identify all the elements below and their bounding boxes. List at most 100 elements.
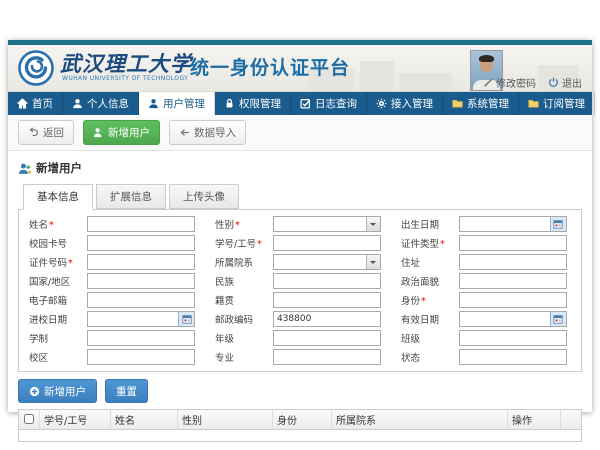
postal-code-input[interactable]: 438800 [273, 311, 381, 327]
platform-title: 统一身份认证平台 [190, 53, 350, 80]
col-header-student-worker-id: 学号/工号 [40, 410, 111, 430]
nav-item-permission-management[interactable]: 权限管理 [215, 92, 291, 115]
gear-icon [376, 98, 387, 109]
logout-link[interactable]: 退出 [548, 75, 582, 90]
home-icon [17, 98, 28, 109]
political-status-input[interactable] [459, 273, 567, 289]
nav-item-system-management[interactable]: 系统管理 [443, 92, 519, 115]
plus-circle-icon [29, 386, 40, 397]
enrollment-date-input[interactable] [87, 311, 195, 327]
department-dropdown-button[interactable] [366, 255, 380, 269]
university-name-cn: 武汉理工大学 [60, 48, 192, 78]
nav-item-access-management[interactable]: 接入管理 [367, 92, 443, 115]
form-row: 校区 专业 状态 [21, 349, 579, 365]
address-input[interactable] [459, 254, 567, 270]
certificate-type-input[interactable] [459, 235, 567, 251]
avatar-head [480, 57, 493, 72]
ethnicity-input[interactable] [273, 273, 381, 289]
enrollment-date-calendar-button[interactable] [178, 312, 194, 326]
grade-input[interactable] [273, 330, 381, 346]
form-rows: 姓名* 性别* 出生日期 校园卡号 学号/工号* [21, 216, 579, 365]
student-worker-id-field: 学号/工号* [207, 235, 393, 251]
nav-item-user-management[interactable]: 用户管理 [139, 92, 215, 115]
identity-input[interactable] [459, 292, 567, 308]
reset-button-label: 重置 [116, 384, 137, 399]
campus-card-number-input[interactable] [87, 235, 195, 251]
email-input[interactable] [87, 292, 195, 308]
submit-add-user-button[interactable]: 新增用户 [18, 379, 97, 403]
university-name-en: WUHAN UNIVERSITY OF TECHNOLOGY [62, 75, 188, 82]
header: 武汉理工大学 WUHAN UNIVERSITY OF TECHNOLOGY 统一… [8, 45, 592, 92]
major-input[interactable] [273, 349, 381, 365]
name-input[interactable] [87, 216, 195, 232]
class-input[interactable] [459, 330, 567, 346]
add-user-toolbar-button[interactable]: 新增用户 [83, 120, 160, 145]
tab-extended-info[interactable]: 扩展信息 [96, 184, 166, 209]
native-place-field: 籍贯 [207, 292, 393, 308]
university-logo-icon [18, 50, 54, 86]
nav-item-log-query[interactable]: 日志查询 [291, 92, 367, 115]
reset-button[interactable]: 重置 [105, 379, 148, 403]
valid-date-input[interactable] [459, 311, 567, 327]
gender-input[interactable] [273, 216, 381, 232]
building-silhouette [360, 61, 394, 91]
tab-upload-avatar[interactable]: 上传头像 [169, 184, 239, 209]
birth-date-calendar-button[interactable] [550, 217, 566, 231]
tab-basic-info[interactable]: 基本信息 [23, 184, 93, 210]
class-field: 班级 [393, 330, 579, 346]
user-icon [148, 98, 159, 109]
col-header-operation: 操作 [508, 410, 561, 430]
form-row: 国家/地区 民族 政治面貌 [21, 273, 579, 289]
department-input[interactable] [273, 254, 381, 270]
change-password-label: 修改密码 [496, 75, 536, 90]
basic-info-panel: 姓名* 性别* 出生日期 校园卡号 学号/工号* [18, 209, 582, 372]
education-length-field: 学制 [21, 330, 207, 346]
student-worker-id-input[interactable] [273, 235, 381, 251]
form-row: 学制 年级 班级 [21, 330, 579, 346]
data-import-label: 数据导入 [194, 125, 236, 140]
certificate-type-field: 证件类型* [393, 235, 579, 251]
valid-date-calendar-button[interactable] [550, 312, 566, 326]
campus-card-number-field: 校园卡号 [21, 235, 207, 251]
nav-item-personal-info[interactable]: 个人信息 [63, 92, 139, 115]
import-arrow-icon [179, 127, 190, 138]
toolbar: 返回 新增用户 数据导入 [8, 115, 592, 151]
header-links: 修改密码 退出 [482, 75, 582, 90]
submit-add-user-label: 新增用户 [44, 384, 86, 399]
form-row: 进校日期 邮政编码 438800 有效日期 [21, 311, 579, 327]
select-all-checkbox[interactable] [24, 414, 34, 424]
content-area: 新增用户 基本信息 扩展信息 上传头像 姓名* 性别* 出生日期 校园卡号 [8, 151, 592, 442]
col-header-name: 姓名 [111, 410, 178, 430]
calendar-icon [553, 219, 563, 229]
campus-input[interactable] [87, 349, 195, 365]
nav-item-home[interactable]: 首页 [8, 92, 63, 115]
gender-field: 性别* [207, 216, 393, 232]
form-row: 证件号码* 所属院系 住址 [21, 254, 579, 270]
birth-date-field: 出生日期 [393, 216, 579, 232]
postal-code-field: 邮政编码 438800 [207, 311, 393, 327]
calendar-icon [553, 314, 563, 324]
country-region-field: 国家/地区 [21, 273, 207, 289]
education-length-input[interactable] [87, 330, 195, 346]
data-import-button[interactable]: 数据导入 [169, 120, 246, 145]
birth-date-input[interactable] [459, 216, 567, 232]
political-status-field: 政治面貌 [393, 273, 579, 289]
main-nav: 首页 个人信息 用户管理 权限管理 日志查询 接入管理 系统管理 订阅管理 [8, 92, 592, 115]
status-input[interactable] [459, 349, 567, 365]
form-row: 校园卡号 学号/工号* 证件类型* [21, 235, 579, 251]
form-row: 姓名* 性别* 出生日期 [21, 216, 579, 232]
certificate-number-input[interactable] [87, 254, 195, 270]
user-icon [72, 98, 83, 109]
native-place-input[interactable] [273, 292, 381, 308]
gender-dropdown-button[interactable] [366, 217, 380, 231]
app-window: 武汉理工大学 WUHAN UNIVERSITY OF TECHNOLOGY 统一… [8, 40, 592, 412]
folder-icon [452, 98, 463, 109]
col-header-department: 所属院系 [332, 410, 508, 430]
nav-item-subscription-management[interactable]: 订阅管理 [519, 92, 595, 115]
back-button[interactable]: 返回 [18, 120, 74, 145]
country-region-input[interactable] [87, 273, 195, 289]
campus-field: 校区 [21, 349, 207, 365]
change-password-link[interactable]: 修改密码 [482, 75, 536, 90]
ethnicity-field: 民族 [207, 273, 393, 289]
select-all-cell [19, 410, 40, 430]
